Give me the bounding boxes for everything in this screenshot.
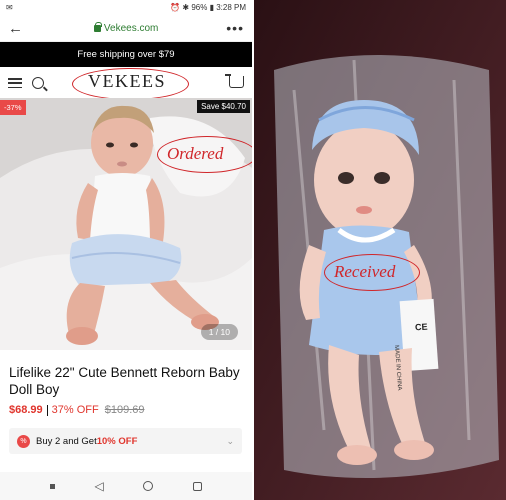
cart-icon[interactable] <box>225 74 244 88</box>
price-row: $68.99 37% OFF $109.69 <box>9 404 145 416</box>
bundle-promotion[interactable]: % Buy 2 and Get 10% OFF ⌄ <box>9 428 242 454</box>
phone-screenshot: ✉ ⏰ ✱ 96% ▮ 3:28 PM ← Vekees.com ••• Fre… <box>0 0 252 500</box>
sale-price: $68.99 <box>9 404 43 416</box>
more-options-icon[interactable]: ••• <box>226 20 244 36</box>
nav-back-icon[interactable]: ◁ <box>95 479 104 493</box>
store-header: VEKEES <box>0 67 252 100</box>
chevron-down-icon: ⌄ <box>226 435 234 446</box>
percent-icon: % <box>17 434 30 448</box>
original-price: $109.69 <box>104 404 145 416</box>
product-title: Lifelike 22" Cute Bennett Reborn Baby Do… <box>9 365 240 397</box>
received-doll-photo <box>254 0 506 500</box>
received-photo: CE MADE IN CHINA Received <box>254 0 506 500</box>
save-badge: Save $40.70 <box>197 100 250 113</box>
product-image-gallery[interactable]: -37% Save $40.70 1 / 10 Ordered <box>0 98 252 350</box>
search-icon[interactable] <box>32 77 44 89</box>
status-bar: ✉ ⏰ ✱ 96% ▮ 3:28 PM <box>0 0 252 15</box>
nav-recents-icon[interactable] <box>193 481 203 491</box>
android-nav-bar: ◁ <box>0 472 252 500</box>
received-annotation-oval <box>324 254 420 291</box>
ce-mark: CE <box>414 321 428 333</box>
status-indicators: ⏰ ✱ 96% ▮ 3:28 PM <box>170 3 246 12</box>
hamburger-menu-icon[interactable] <box>8 78 22 88</box>
url-display[interactable]: Vekees.com <box>93 21 159 34</box>
notification-icon: ✉ <box>6 3 13 12</box>
logo-annotation-oval <box>72 68 189 100</box>
browser-bar: ← Vekees.com ••• <box>0 15 252 42</box>
lock-icon <box>93 21 102 32</box>
promo-banner-text: Free shipping over $79 <box>77 49 175 60</box>
discount-badge: -37% <box>0 100 26 115</box>
promotion-text: Buy 2 and Get <box>36 435 97 447</box>
image-counter: 1 / 10 <box>200 324 238 340</box>
nav-home-icon[interactable] <box>143 481 154 491</box>
promo-banner: Free shipping over $79 <box>0 42 252 67</box>
discount-percent: 37% OFF <box>51 404 99 416</box>
back-arrow-icon[interactable]: ← <box>8 20 26 37</box>
ordered-annotation-oval <box>157 136 252 173</box>
promotion-highlight: 10% OFF <box>96 435 138 447</box>
url-text: Vekees.com <box>103 22 159 34</box>
menu-dot-icon[interactable] <box>49 483 55 489</box>
price-divider <box>46 404 48 416</box>
